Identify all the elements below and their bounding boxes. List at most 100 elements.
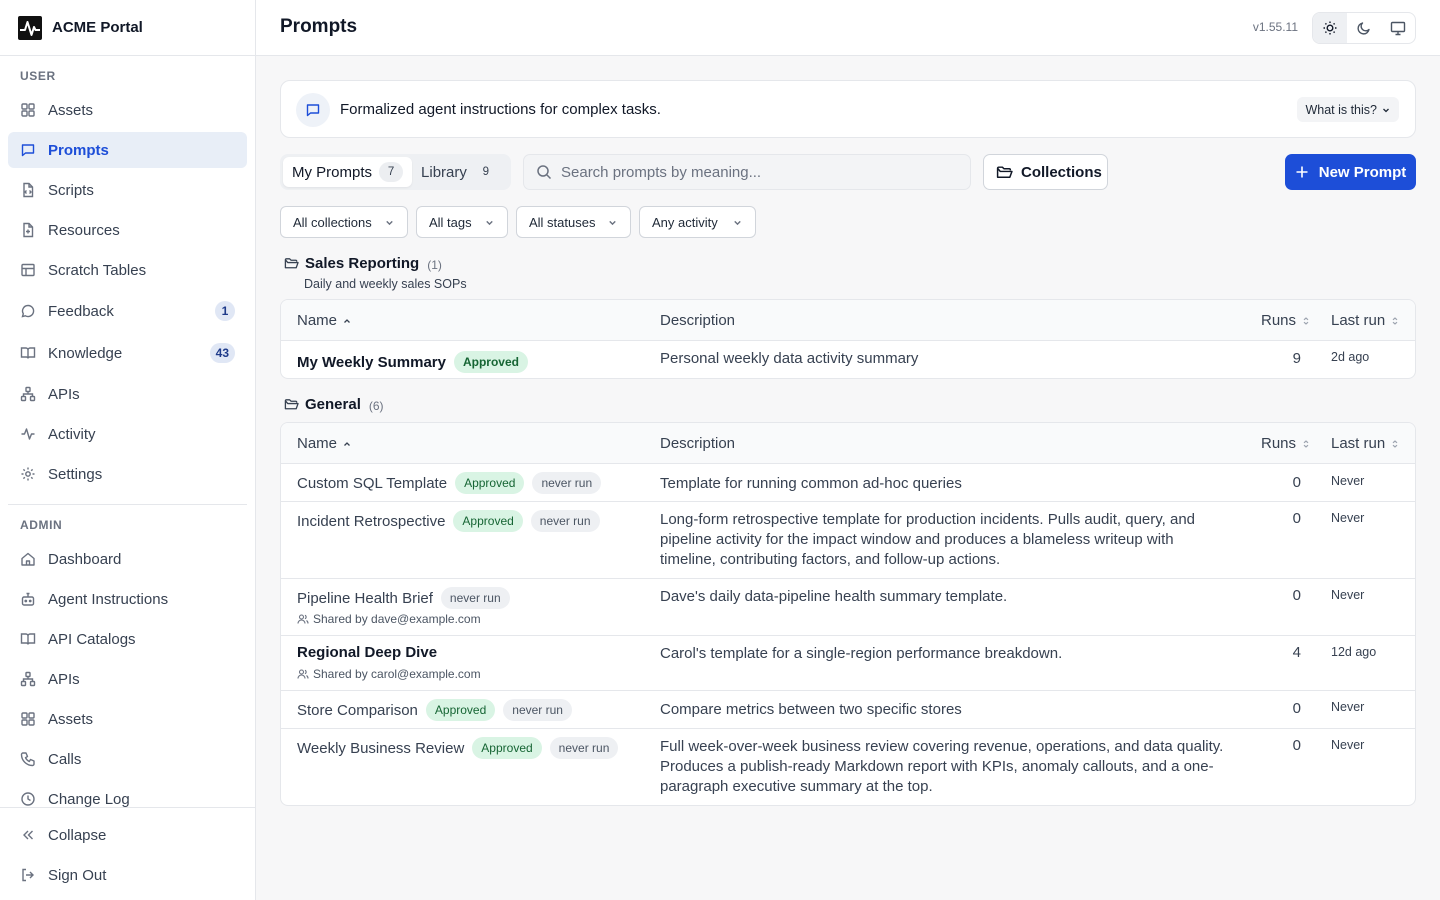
- last-run-column-header[interactable]: Last run: [1331, 435, 1400, 452]
- sidebar-item-apis[interactable]: APIs: [8, 376, 247, 412]
- sidebar-item-api-catalogs[interactable]: API Catalogs: [8, 621, 247, 657]
- table-row[interactable]: Store Comparison Approved never run Comp…: [281, 691, 1415, 729]
- sort-ascending-icon: [344, 441, 350, 446]
- collections-button[interactable]: Collections: [983, 154, 1108, 190]
- prompt-name-cell: Pipeline Health Brief never run: [297, 587, 510, 609]
- collapse-button[interactable]: Collapse: [8, 817, 247, 853]
- tag-filter[interactable]: All tags: [416, 206, 508, 238]
- collection-filter[interactable]: All collections: [280, 206, 408, 238]
- sidebar-item-activity[interactable]: Activity: [8, 416, 247, 452]
- tab-library[interactable]: Library 9: [412, 157, 507, 187]
- admin-section-label: ADMIN: [20, 518, 63, 532]
- prompt-description: Carol's template for a single-region per…: [660, 645, 1063, 662]
- knowledge-count-badge: 43: [209, 343, 235, 363]
- sidebar-item-label: Assets: [48, 710, 94, 728]
- message-square-icon: [21, 144, 35, 157]
- runs-column-header[interactable]: Runs: [1261, 435, 1311, 452]
- chevrons-left-icon: [23, 830, 33, 840]
- description-line: pipeline activity for the impact window …: [660, 531, 1174, 548]
- sidebar-item-scratch-tables[interactable]: Scratch Tables: [8, 252, 247, 288]
- sidebar-item-prompts[interactable]: Prompts: [8, 132, 247, 168]
- group-header-sales-reporting[interactable]: Sales Reporting (1): [284, 255, 442, 272]
- prompt-runs: 9: [1292, 350, 1301, 367]
- sidebar-item-settings[interactable]: Settings: [8, 456, 247, 492]
- prompt-name: Store Comparison: [297, 701, 418, 719]
- sidebar-footer: Collapse Sign Out: [0, 807, 255, 900]
- sidebar-item-agent-instructions[interactable]: Agent Instructions: [8, 581, 247, 617]
- sidebar-item-label: Activity: [48, 425, 96, 443]
- prompt-name-cell: My Weekly Summary Approved: [297, 351, 528, 373]
- filter-label: All tags: [429, 214, 472, 230]
- prompt-last-run: 2d ago: [1331, 350, 1370, 364]
- activity-icon: [21, 428, 35, 440]
- tab-my-prompts[interactable]: My Prompts 7: [283, 157, 413, 187]
- file-code-icon: [23, 182, 34, 198]
- description-line: paragraph executive summary at the top.: [660, 778, 933, 795]
- description-line: timeline, contributing factors, and foll…: [660, 551, 1001, 568]
- new-prompt-button[interactable]: New Prompt: [1285, 154, 1416, 190]
- shared-by-text: Shared by carol@example.com: [313, 667, 481, 681]
- description-line: Produces a publish-ready Markdown report…: [660, 758, 1214, 775]
- sidebar-item-assets[interactable]: Assets: [8, 92, 247, 128]
- column-label: Name: [297, 312, 338, 329]
- sidebar-item-resources[interactable]: Resources: [8, 212, 247, 248]
- what-is-this-button[interactable]: What is this?: [1297, 97, 1399, 122]
- sidebar-item-scripts[interactable]: Scripts: [8, 172, 247, 208]
- table-row[interactable]: Regional Deep Dive Shared by carol@examp…: [281, 636, 1415, 691]
- name-column-header[interactable]: Name: [297, 312, 352, 329]
- search-input[interactable]: [561, 163, 961, 181]
- table-row[interactable]: Weekly Business Review Approved never ru…: [281, 729, 1415, 805]
- shared-by-text: Shared by dave@example.com: [313, 612, 481, 626]
- sort-icon: [1392, 439, 1398, 448]
- book-open-icon: [20, 633, 36, 645]
- prompt-runs: 0: [1292, 737, 1301, 754]
- tab-count: 9: [473, 162, 498, 182]
- grid-icon: [21, 712, 35, 726]
- sidebar-item-label: Resources: [48, 221, 120, 239]
- sidebar-item-knowledge[interactable]: Knowledge 43: [8, 335, 247, 371]
- sign-out-button[interactable]: Sign Out: [8, 857, 247, 893]
- sidebar-item-admin-apis[interactable]: APIs: [8, 661, 247, 697]
- sidebar-item-label: Scratch Tables: [48, 261, 147, 279]
- never-run-badge: never run: [532, 472, 602, 494]
- tab-count: 7: [379, 162, 404, 182]
- new-prompt-label: New Prompt: [1318, 163, 1407, 181]
- page-title: Prompts: [280, 16, 358, 37]
- table-row[interactable]: Pipeline Health Brief never run Shared b…: [281, 579, 1415, 636]
- sidebar-item-label: API Catalogs: [48, 630, 136, 648]
- system-theme-button[interactable]: [1381, 13, 1415, 43]
- column-label: Description: [660, 435, 736, 452]
- plus-icon: [1296, 166, 1308, 178]
- runs-column-header[interactable]: Runs: [1261, 312, 1311, 329]
- sidebar-item-admin-assets[interactable]: Assets: [8, 701, 247, 737]
- dark-theme-button[interactable]: [1347, 13, 1381, 43]
- sidebar-item-label: Change Log: [48, 790, 130, 808]
- info-banner: Formalized agent instructions for comple…: [280, 80, 1416, 138]
- sidebar-item-label: Scripts: [48, 181, 94, 199]
- description-line: Full week-over-week business review cove…: [660, 738, 1224, 755]
- table-row[interactable]: Incident Retrospective Approved never ru…: [281, 502, 1415, 579]
- collections-label: Collections: [1021, 163, 1102, 181]
- filter-label: All statuses: [529, 214, 596, 230]
- prompt-name-cell: Incident Retrospective Approved never ru…: [297, 510, 600, 532]
- chevron-down-icon: [486, 220, 493, 225]
- activity-filter[interactable]: Any activity: [639, 206, 756, 238]
- brand[interactable]: ACME Portal: [0, 0, 255, 56]
- light-theme-button[interactable]: [1313, 13, 1347, 43]
- status-filter[interactable]: All statuses: [516, 206, 631, 238]
- name-column-header[interactable]: Name: [297, 435, 352, 452]
- shared-by: Shared by dave@example.com: [297, 612, 481, 626]
- sidebar-item-feedback[interactable]: Feedback 1: [8, 293, 247, 329]
- last-run-column-header[interactable]: Last run: [1331, 312, 1400, 329]
- table-header: Name Description Runs Last run: [281, 423, 1415, 464]
- sidebar-item-label: Prompts: [48, 141, 109, 159]
- filter-label: Any activity: [652, 214, 718, 230]
- sidebar-item-label: Dashboard: [48, 550, 122, 568]
- group-header-general[interactable]: General (6): [284, 396, 384, 413]
- group-description: Daily and weekly sales SOPs: [304, 277, 467, 291]
- sidebar-item-dashboard[interactable]: Dashboard: [8, 541, 247, 577]
- sidebar-item-calls[interactable]: Calls: [8, 741, 247, 777]
- table-row[interactable]: My Weekly Summary Approved Personal week…: [281, 341, 1415, 378]
- prompt-name-cell: Custom SQL Template Approved never run: [297, 472, 602, 494]
- table-row[interactable]: Custom SQL Template Approved never run T…: [281, 464, 1415, 502]
